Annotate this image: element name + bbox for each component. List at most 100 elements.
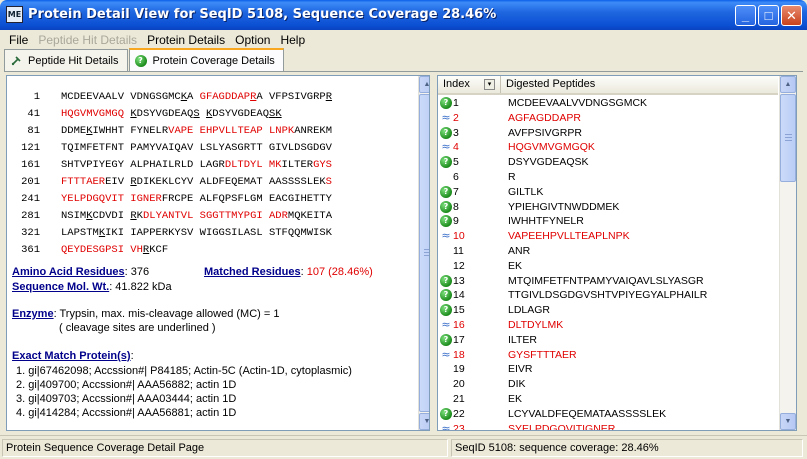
peptide-row[interactable]: ? 15 LDLAGR [438,303,778,318]
matched-segment: QEYDESGPSI VH [61,244,143,256]
sequence-segment: KCF [149,244,169,256]
link-icon: ≈ [441,229,451,243]
peptide-sequence: TTGIVLDSGDGVSHTVPIYEGYALPHAILR [508,289,708,302]
sequence-row-number: 161 [21,159,40,171]
minimize-button[interactable]: _ [735,5,756,26]
peptide-row[interactable]: ? 22 LCYVALDFEQEMATAASSSSLEK [438,407,778,422]
pane-splitter[interactable] [432,75,436,431]
peptide-row[interactable]: ≈4 HQGVMVGMGQK [438,140,778,155]
peptide-row[interactable]: ≈18 GYSFTTTAER [438,348,778,363]
mol-wt-link[interactable]: Sequence Mol. Wt. [12,281,109,293]
matched-segment: GFAGDDAP [199,91,251,103]
sequence-row-text: FTTTAEREIV RDIKEKLCYV ALDFEQEMAT AASSSSL… [61,176,332,188]
peptide-sequence: EK [508,392,523,405]
peptide-index: 16 [453,318,465,331]
matched-segment: HQGVMVGMGQ [61,108,125,120]
aa-residues-line: Amino Acid Residues: 376 [12,266,149,278]
peptide-sequence: MCDEEVAALVVDNGSGMCK [508,97,648,109]
status-right: SeqID 5108: sequence coverage: 28.46% [451,439,803,457]
sequence-row-number: 321 [21,227,40,239]
matched-segment: DLYANTVL SGGTTMYPGI ADR [142,210,288,222]
sequence-row-number: 241 [21,193,40,205]
column-header-peptides[interactable]: Digested Peptides [501,76,778,93]
peptide-row[interactable]: ≈23 SYELPDGQVITIGNER [438,421,778,431]
matched-segment: DLTDYL MK [224,159,282,171]
matched-residues-link[interactable]: Matched Residues [204,266,301,278]
tab-peptide-hit-details[interactable]: Peptide Hit Details [4,49,128,71]
scroll-up-button[interactable]: ▲ [780,76,796,93]
matched-segment: YELPDGQVIT IGNER [61,193,162,205]
peptide-row[interactable]: ? 17 ILTER [438,333,778,348]
checked-icon: ? [440,215,452,228]
scroll-thumb[interactable] [419,94,429,412]
right-scrollbar[interactable]: ▲ ▼ [779,76,796,430]
sequence-row-text: QEYDESGPSI VHRKCF [61,244,168,256]
peptide-index: 13 [453,274,465,287]
peptide-row[interactable]: ? 8 YPIEHGIVTNWDDMEK [438,200,778,215]
sequence-row-number: 81 [27,125,40,137]
peptide-index: 1 [453,97,459,109]
peptide-sequence: VAPEEHPVLLTEAPLNPK [508,230,630,243]
peptide-sequence: DSYVGDEAQSK [508,156,589,169]
peptide-index: 20 [453,378,465,391]
peptide-row[interactable]: 19 EIVR [438,362,778,377]
scroll-down-button[interactable]: ▼ [780,413,796,430]
sort-icon[interactable]: ▾ [484,79,495,90]
peptide-row[interactable]: ? 7 GILTLK [438,185,778,200]
peptide-row[interactable]: 21 EK [438,392,778,407]
matched-segment: GYS [313,159,332,171]
peptide-index: 18 [453,348,465,361]
sequence-segment: SHTVPIYEGY ALPHAILRLD LAGR [61,159,225,171]
tab-protein-coverage-details[interactable]: ? Protein Coverage Details [128,48,284,71]
digested-peptides-grid[interactable]: Index ▾ Digested Peptides ? 1 MCDEEVAALVVD… [437,75,797,431]
maximize-button[interactable]: □ [758,5,779,26]
empty-icon [440,260,452,272]
peptide-row[interactable]: 20 DIK [438,377,778,392]
peptide-row[interactable]: ? 1 MCDEEVAALVVDNGSGMCK [438,96,778,111]
peptide-row[interactable]: ≈16 DLTDYLMK [438,318,778,333]
sequence-segment: CDVDI [92,210,131,222]
menu-peptide-hit-details[interactable]: Peptide Hit Details [33,33,142,47]
peptide-sequence: GILTLK [508,185,544,198]
menu-file[interactable]: File [4,33,33,47]
sequence-segment: A VFPSIVGRP [256,91,326,103]
protein-coverage-panel[interactable]: 1 MCDEEVAALV VDNGSGMC K A GFAGDDAP RA VFPSIV… [6,75,430,431]
link-icon: ≈ [441,421,451,431]
peptide-row[interactable]: 11 ANR [438,244,778,259]
empty-icon [440,245,452,257]
sequence-row-text: YELPDGQVIT IGNERFRCPE ALFQPSFLGM EACGIHE… [61,193,332,205]
peptide-row[interactable]: ≈10 VAPEEHPVLLTEAPLNPK [438,229,778,244]
sequence-row-text: DDMEKIWHHT FYNELRVAPE EHPVLLTEAP LNPKANR… [61,125,332,137]
peptide-row[interactable]: 6R [438,170,778,185]
peptide-index: 2 [453,111,459,124]
peptide-row[interactable]: ? 14 TTGIVLDSGDGVSHTVPIYEGYALPHAILR [438,288,778,303]
close-button[interactable]: ✕ [781,5,802,26]
exact-match-link[interactable]: Exact Match Protein(s) [12,350,131,362]
peptide-sequence: MTQIMFETFNTPAMYVAIQAVLSLYASGR [508,274,704,287]
peptide-row[interactable]: ? 13 MTQIMFETFNTPAMYVAIQAVLSLYASGR [438,274,778,289]
checked-icon: ? [440,333,452,346]
peptide-index: 8 [453,200,459,213]
left-scrollbar[interactable]: ▲ ▼ [418,76,429,430]
scroll-thumb[interactable] [780,94,796,182]
scroll-down-button[interactable]: ▼ [419,413,429,430]
scroll-up-button[interactable]: ▲ [419,76,429,93]
peptide-row[interactable]: ≈2 AGFAGDDAPR [438,111,778,126]
aa-residues-link[interactable]: Amino Acid Residues [12,266,125,278]
column-header-index[interactable]: Index ▾ [438,76,501,93]
grid-body: ? 1 MCDEEVAALVVDNGSGMCK ≈2 AGFAGDDAPR? 3 AVFPS… [438,96,778,431]
enzyme-link[interactable]: Enzyme [12,308,54,320]
menu-help[interactable]: Help [275,33,310,47]
mol-wt-value: : 41.822 kDa [109,281,172,293]
peptide-row[interactable]: ? 3 AVFPSIVGRPR [438,126,778,141]
peptide-index: 4 [453,141,459,154]
window-title: Protein Detail View for SeqID 5108, Sequ… [28,7,497,22]
protein-item: 2. gi|409700; Accssion#| AAA56882; actin… [16,379,237,391]
menu-protein-details[interactable]: Protein Details [142,33,230,47]
sequence-row-number: 281 [21,210,40,222]
menu-option[interactable]: Option [230,33,275,47]
checked-icon: ? [440,274,452,287]
peptide-row[interactable]: ? 5 DSYVGDEAQSK [438,155,778,170]
peptide-row[interactable]: 12 EK [438,259,778,274]
peptide-row[interactable]: ? 9 IWHHTFYNELR [438,214,778,229]
